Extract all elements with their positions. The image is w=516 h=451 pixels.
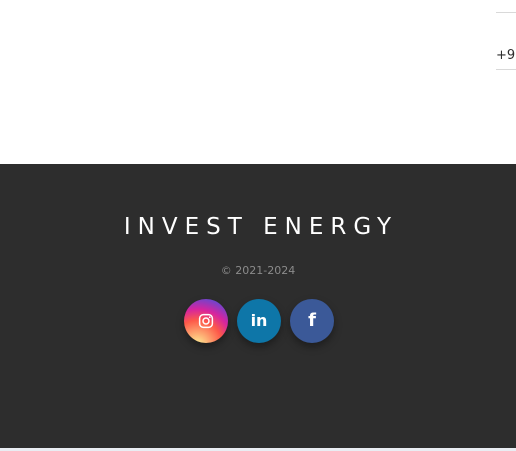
phone-number-snippet[interactable]: +91: [496, 48, 516, 63]
instagram-button[interactable]: [184, 299, 228, 343]
instagram-icon: [197, 312, 215, 330]
linkedin-icon: in: [250, 311, 268, 330]
page: +91 INVEST ENERGY © 2021-2024 in f: [0, 0, 516, 451]
top-content-area: +91: [0, 0, 516, 164]
divider: [496, 69, 516, 70]
copyright-text: © 2021-2024: [220, 264, 296, 277]
linkedin-button[interactable]: in: [237, 299, 281, 343]
social-links: in f: [184, 299, 336, 343]
footer-brand: INVEST ENERGY: [123, 214, 399, 240]
facebook-icon: f: [308, 310, 316, 331]
divider: [496, 12, 516, 13]
facebook-button[interactable]: f: [290, 299, 334, 343]
